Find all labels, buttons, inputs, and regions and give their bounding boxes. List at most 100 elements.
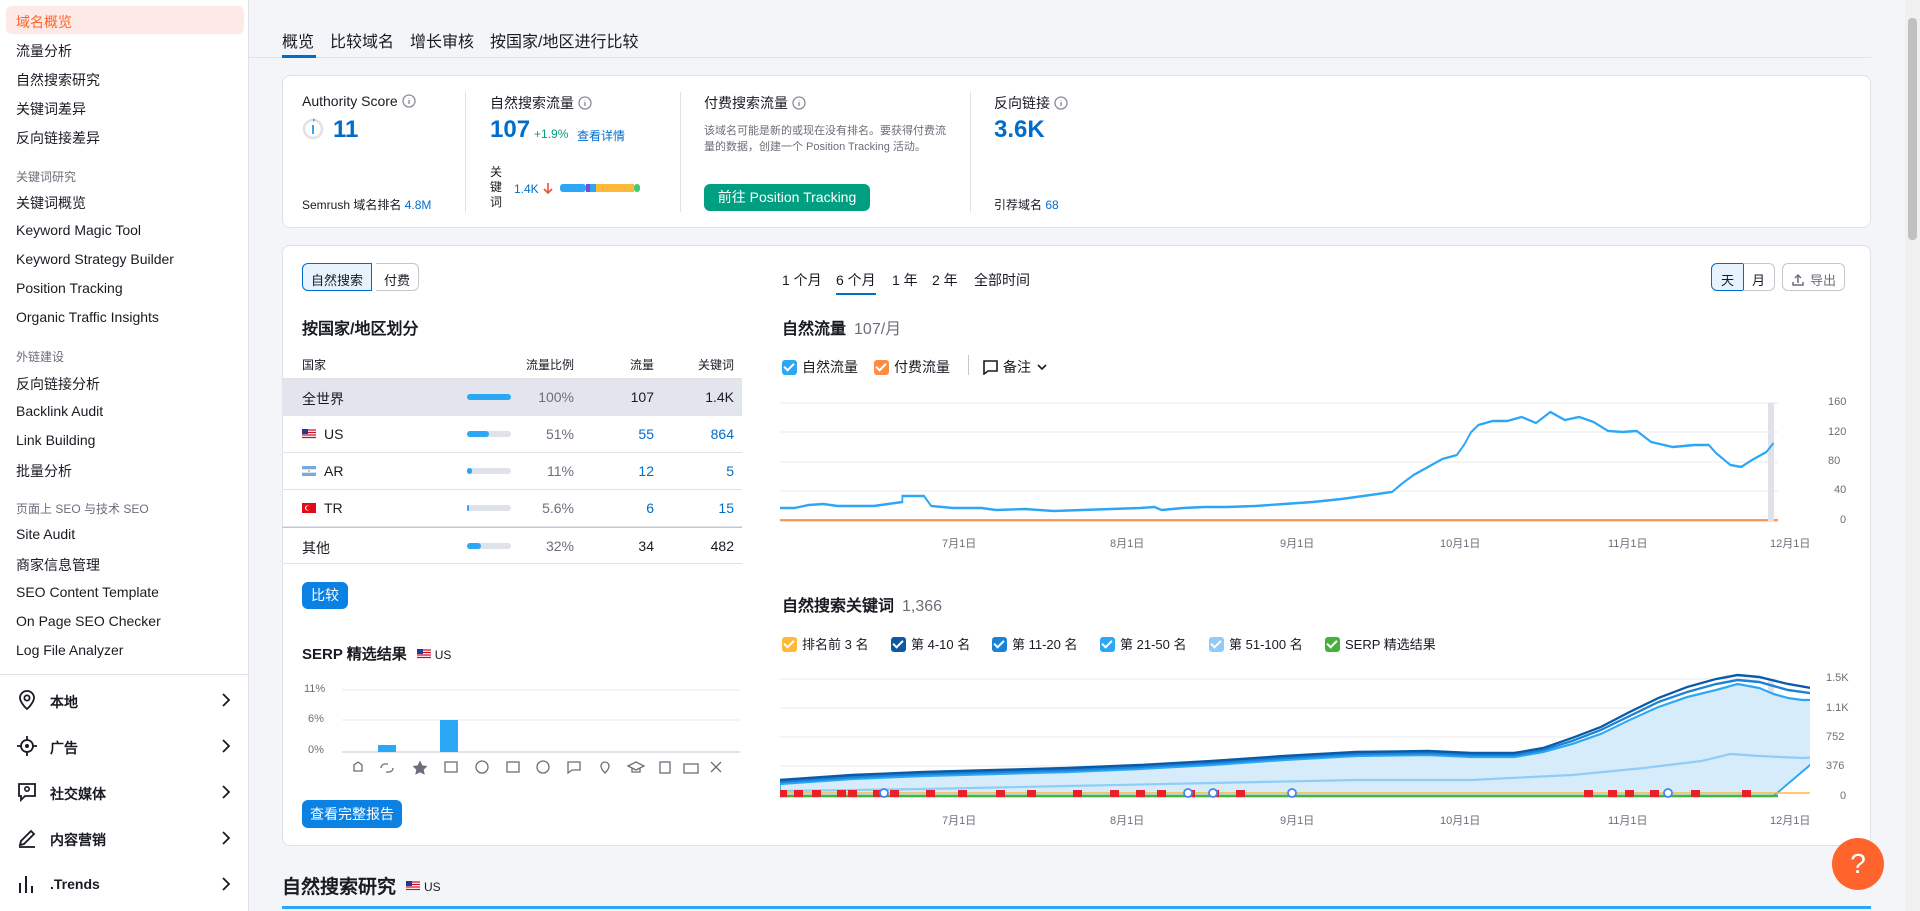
help-button[interactable]: ? <box>1832 838 1884 890</box>
sidebar-group-trends[interactable]: .Trends <box>16 869 236 899</box>
sidebar-group-advertising[interactable]: 广告 <box>16 731 236 761</box>
tab-compare-by-country[interactable]: 按国家/地区进行比较 <box>490 28 638 52</box>
sidebar-item-site-audit[interactable]: Site Audit <box>16 526 75 542</box>
tab-overview[interactable]: 概览 <box>282 28 314 52</box>
backlinks-value[interactable]: 3.6K <box>994 116 1045 144</box>
compare-button[interactable]: 比较 <box>302 582 348 609</box>
kpi-divider <box>970 92 971 212</box>
tab-growth-report[interactable]: 增长审核 <box>410 28 474 52</box>
table-row[interactable]: TR 5.6% 6 15 <box>282 490 742 527</box>
crown-icon <box>353 761 363 772</box>
col-country[interactable]: 国家 <box>302 356 326 373</box>
range-2-years[interactable]: 2 年 <box>932 270 958 290</box>
view-details-link[interactable]: 查看详情 <box>577 127 625 144</box>
sidebar-item-log-file-analyzer[interactable]: Log File Analyzer <box>16 642 123 658</box>
traffic-chart[interactable] <box>780 395 1810 545</box>
range-all-time[interactable]: 全部时间 <box>974 270 1030 290</box>
scroll-handle[interactable] <box>1768 403 1774 521</box>
col-traffic-share[interactable]: 流量比例 <box>526 356 574 373</box>
tab-active-indicator <box>282 55 316 58</box>
sidebar-group-local[interactable]: 本地 <box>16 685 236 715</box>
organic-traffic-value[interactable]: 107 <box>490 116 530 144</box>
serp-bar[interactable] <box>378 745 396 752</box>
col-keywords[interactable]: 关键词 <box>698 356 734 373</box>
legend-11-20[interactable]: 第 11-20 名 <box>992 634 1078 653</box>
go-to-position-tracking-button[interactable]: 前往 Position Tracking <box>704 184 870 211</box>
country-name: US <box>324 426 344 442</box>
share-cell: 51% <box>545 426 574 442</box>
table-row[interactable]: 全世界 100% 107 1.4K <box>282 379 742 416</box>
authority-score-value[interactable]: 11 <box>333 116 358 144</box>
keywords-cell[interactable]: 15 <box>718 500 734 516</box>
range-1-year[interactable]: 1 年 <box>892 270 918 290</box>
serp-bar[interactable] <box>440 720 458 752</box>
period-month-button[interactable]: 月 <box>1743 263 1776 291</box>
sidebar-group-social-media[interactable]: 社交媒体 <box>16 777 236 807</box>
range-1-month[interactable]: 1 个月 <box>782 270 822 290</box>
sidebar-item-on-page-seo-checker[interactable]: On Page SEO Checker <box>16 613 161 629</box>
keywords-cell[interactable]: 5 <box>726 463 734 479</box>
legend-serp-features[interactable]: SERP 精选结果 <box>1325 634 1436 653</box>
legend-51-100[interactable]: 第 51-100 名 <box>1209 634 1303 653</box>
sidebar-group-label: 社交媒体 <box>50 786 106 802</box>
range-6-months[interactable]: 6 个月 <box>836 270 876 295</box>
sidebar-group-content-marketing[interactable]: 内容营销 <box>16 823 236 853</box>
period-day-button[interactable]: 天 <box>1711 263 1745 291</box>
sidebar-item-listing-management[interactable]: 商家信息管理 <box>16 555 100 575</box>
sidebar-item-organic-research[interactable]: 自然搜索研究 <box>16 70 100 90</box>
sidebar-item-keyword-overview[interactable]: 关键词概览 <box>16 193 86 213</box>
serp-features-title: SERP 精选结果 US <box>302 646 452 663</box>
legend-top-3[interactable]: 排名前 3 名 <box>782 634 868 653</box>
referring-domains-value[interactable]: 68 <box>1045 198 1058 212</box>
info-icon[interactable] <box>792 96 806 110</box>
sidebar-item-link-building[interactable]: Link Building <box>16 432 95 448</box>
table-row[interactable]: US 51% 55 864 <box>282 416 742 453</box>
paid-toggle[interactable]: 付费 <box>376 263 420 291</box>
star-icon <box>412 760 428 775</box>
table-row[interactable]: 其他 32% 34 482 <box>282 527 742 564</box>
sidebar-item-traffic-analysis[interactable]: 流量分析 <box>16 41 72 61</box>
tab-compare-domains[interactable]: 比较域名 <box>330 28 394 52</box>
country-name: AR <box>324 463 344 479</box>
keywords-chart[interactable] <box>780 672 1810 807</box>
area-21-50[interactable] <box>780 682 1810 798</box>
view-full-report-button[interactable]: 查看完整报告 <box>302 800 402 828</box>
organic-toggle[interactable]: 自然搜索 <box>302 263 373 291</box>
traffic-cell[interactable]: 6 <box>646 500 654 516</box>
scrollbar-thumb[interactable] <box>1908 18 1917 240</box>
sidebar-item-backlink-audit[interactable]: Backlink Audit <box>16 403 103 419</box>
target-icon <box>17 736 37 756</box>
traffic-cell[interactable]: 12 <box>638 463 654 479</box>
semrush-rank-value[interactable]: 4.8M <box>405 198 432 212</box>
sidebar-item-domain-overview[interactable]: 域名概览 <box>16 12 72 32</box>
legend-paid-traffic[interactable]: 付费流量 <box>874 357 950 377</box>
info-icon[interactable] <box>578 96 592 110</box>
legend-4-10[interactable]: 第 4-10 名 <box>891 634 970 653</box>
sidebar-item-organic-traffic-insights[interactable]: Organic Traffic Insights <box>16 309 159 325</box>
legend-21-50[interactable]: 第 21-50 名 <box>1100 634 1186 653</box>
sidebar-item-keyword-magic-tool[interactable]: Keyword Magic Tool <box>16 222 141 238</box>
keywords-cell[interactable]: 864 <box>711 426 734 442</box>
legend-organic-traffic[interactable]: 自然流量 <box>782 357 858 377</box>
share-bar-fill <box>467 468 472 474</box>
sidebar-item-seo-content-template[interactable]: SEO Content Template <box>16 584 159 600</box>
sidebar-item-backlink-analytics[interactable]: 反向链接分析 <box>16 374 100 394</box>
traffic-cell[interactable]: 55 <box>638 426 654 442</box>
info-icon[interactable] <box>402 94 416 108</box>
notes-dropdown[interactable]: 备注 <box>983 357 1048 377</box>
sidebar-item-keyword-gap[interactable]: 关键词差异 <box>16 99 86 119</box>
sidebar-item-bulk-analysis[interactable]: 批量分析 <box>16 461 72 481</box>
info-icon[interactable] <box>1054 96 1068 110</box>
sidebar-item-backlink-gap[interactable]: 反向链接差异 <box>16 128 100 148</box>
sidebar-item-position-tracking[interactable]: Position Tracking <box>16 280 123 296</box>
keywords-value[interactable]: 1.4K <box>514 182 539 196</box>
export-button[interactable]: 导出 <box>1782 263 1846 291</box>
col-traffic[interactable]: 流量 <box>630 356 654 373</box>
share-bar <box>467 543 511 549</box>
share-bar <box>467 468 511 474</box>
table-row[interactable]: AR 11% 12 5 <box>282 453 742 490</box>
keywords-x-tick: 9月1日 <box>1280 815 1315 827</box>
sidebar-item-keyword-strategy-builder[interactable]: Keyword Strategy Builder <box>16 251 174 267</box>
sidebar-divider <box>0 674 249 675</box>
share-bar-fill <box>467 394 511 400</box>
